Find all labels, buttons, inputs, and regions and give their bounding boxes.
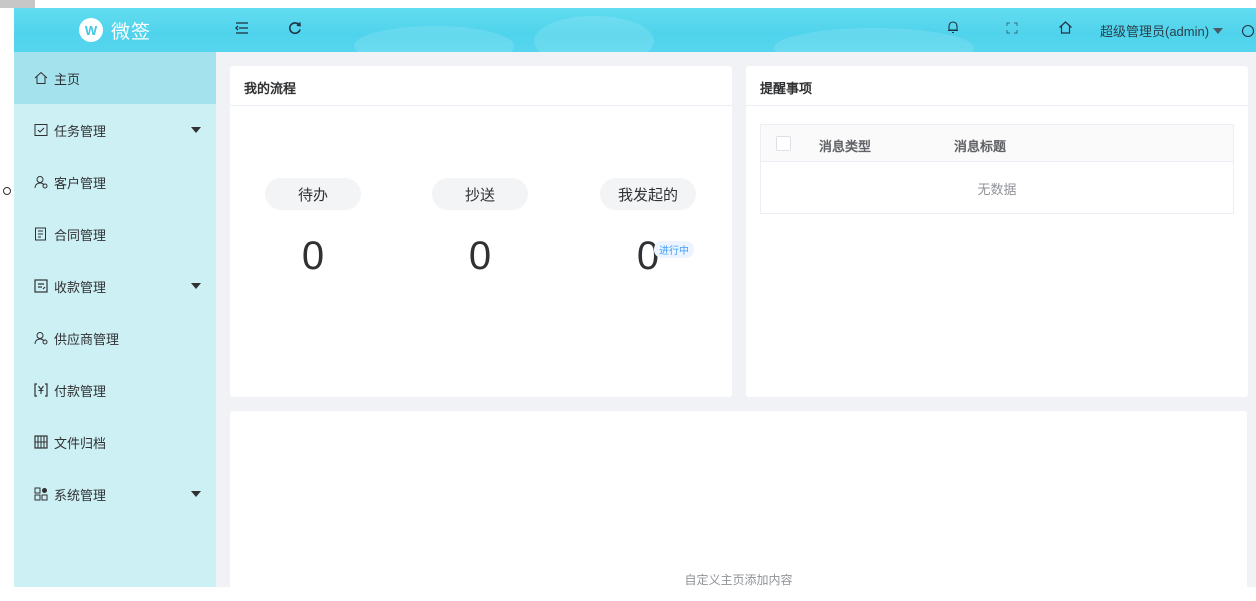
table-header: 消息类型 消息标题 (761, 125, 1233, 162)
archive-icon (34, 435, 48, 449)
sidebar-item-home[interactable]: 主页 (14, 52, 216, 104)
custom-home-card: 自定义主页添加内容 (230, 411, 1247, 601)
cc-count[interactable]: 0 (432, 234, 528, 279)
sidebar-item-tasks[interactable]: 任务管理 (14, 104, 216, 156)
sidebar-item-label: 系统管理 (54, 487, 107, 503)
home-button[interactable] (1058, 20, 1073, 41)
todo-count[interactable]: 0 (265, 234, 361, 279)
sidebar-item-customers[interactable]: 客户管理 (14, 156, 216, 208)
sidebar-item-archive[interactable]: 文件归档 (14, 416, 216, 468)
column-header-title: 消息标题 (954, 139, 1007, 154)
select-all-checkbox[interactable] (776, 136, 791, 151)
caret-down-icon (191, 283, 201, 289)
document-icon (35, 227, 46, 241)
sidebar-item-label: 收款管理 (54, 279, 107, 295)
sidebar: 主页 任务管理 客户管理 合同管理 收款管理 供应商管理 付款管理 文件归档 系… (14, 52, 216, 587)
sidebar-item-contracts[interactable]: 合同管理 (14, 208, 216, 260)
my-initiated-tab[interactable]: 我发起的 (600, 178, 696, 210)
window-tab-remnant (0, 0, 35, 8)
refresh-button[interactable] (287, 20, 303, 42)
logo-icon: W (78, 18, 103, 42)
status-badge: 进行中 (654, 241, 694, 258)
caret-down-icon (191, 127, 201, 133)
brand-logo[interactable]: W 微签 (14, 8, 216, 52)
my-flow-card: 我的流程 待办 0 抄送 0 我发起的 0 进行中 (230, 66, 732, 397)
caret-down-icon (1213, 27, 1224, 34)
card-title: 我的流程 (230, 66, 732, 106)
top-header: W 微签 超级管理员(admin) (14, 8, 1256, 68)
receipt-icon (34, 279, 48, 293)
radio-dot (3, 187, 11, 195)
grid-icon (34, 487, 48, 501)
logo-letter: W (84, 22, 98, 38)
empty-text: 无数据 (977, 181, 1017, 197)
notification-button[interactable] (946, 20, 960, 40)
payment-icon (34, 383, 48, 397)
sidebar-item-label: 客户管理 (54, 175, 107, 191)
menu-fold-icon (235, 22, 248, 34)
fullscreen-icon (1006, 22, 1018, 34)
reminders-table: 消息类型 消息标题 无数据 (760, 124, 1234, 214)
reminders-card: 提醒事项 消息类型 消息标题 无数据 (746, 66, 1248, 397)
sidebar-item-suppliers[interactable]: 供应商管理 (14, 312, 216, 364)
sidebar-item-receipts[interactable]: 收款管理 (14, 260, 216, 312)
sidebar-item-system[interactable]: 系统管理 (14, 468, 216, 520)
info-icon[interactable] (1241, 24, 1255, 38)
user-menu[interactable]: 超级管理员(admin) (1100, 21, 1255, 40)
sidebar-item-label: 文件归档 (54, 435, 107, 451)
sidebar-item-label: 主页 (54, 71, 81, 87)
caret-down-icon (191, 491, 201, 497)
user-name: 超级管理员(admin) (1100, 24, 1210, 39)
todo-tab[interactable]: 待办 (265, 178, 361, 210)
refresh-icon (289, 22, 301, 35)
bell-icon (948, 21, 958, 34)
main-content: 我的流程 待办 0 抄送 0 我发起的 0 进行中 提醒事项 消息类型 消息标题… (216, 52, 1256, 601)
user-icon (34, 176, 48, 189)
home-icon (1059, 21, 1072, 34)
checklist-icon (34, 124, 48, 136)
sidebar-item-label: 任务管理 (54, 123, 107, 139)
sidebar-item-label: 供应商管理 (54, 331, 120, 347)
supplier-icon (34, 332, 48, 345)
brand-name: 微签 (110, 21, 151, 43)
home-icon (34, 71, 48, 84)
fullscreen-button[interactable] (1006, 20, 1018, 40)
menu-toggle-button[interactable] (234, 20, 250, 42)
sidebar-item-label: 付款管理 (54, 383, 107, 399)
sidebar-item-label: 合同管理 (54, 227, 107, 243)
custom-home-tip: 自定义主页添加内容 (684, 573, 793, 587)
column-header-type: 消息类型 (819, 139, 872, 154)
card-title: 提醒事项 (746, 66, 1248, 106)
cc-tab[interactable]: 抄送 (432, 178, 528, 210)
sidebar-item-payments[interactable]: 付款管理 (14, 364, 216, 416)
